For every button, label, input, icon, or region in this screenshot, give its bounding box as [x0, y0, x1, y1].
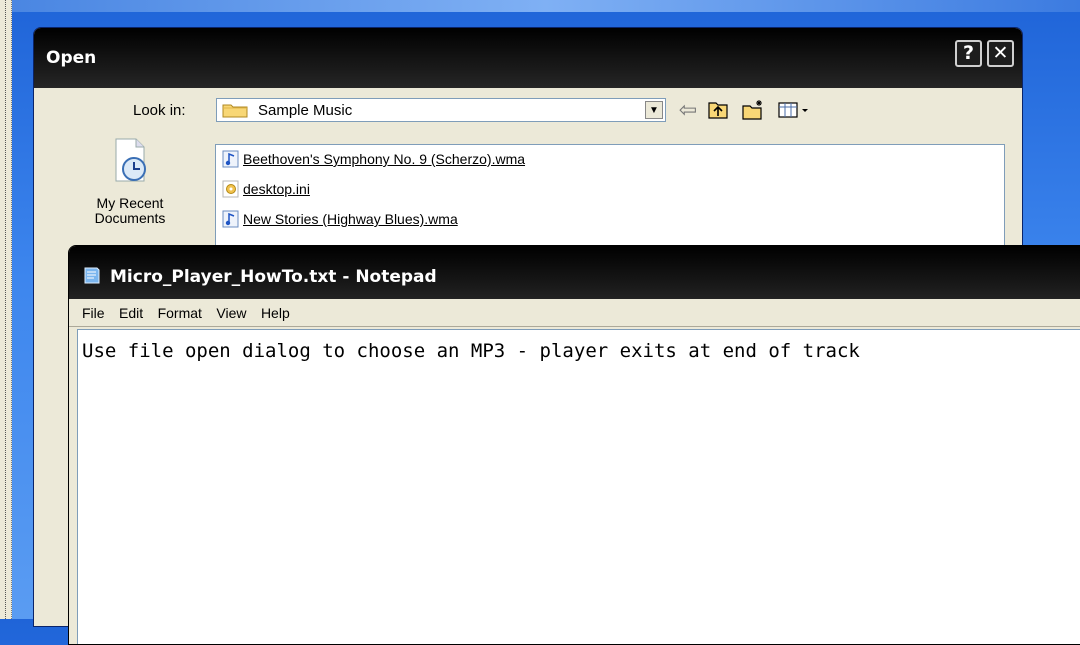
close-button[interactable]: ✕ [987, 40, 1014, 67]
my-recent-documents-label: My Recent Documents [94, 195, 166, 226]
list-item[interactable]: New Stories (Highway Blues).wma [222, 210, 458, 232]
open-dialog-titlebar[interactable]: Open ? ✕ [34, 28, 1022, 88]
music-file-icon [222, 210, 239, 228]
notepad-title: Micro_Player_HowTo.txt - Notepad [110, 267, 437, 287]
dropdown-arrow-icon[interactable]: ▼ [645, 101, 663, 119]
new-folder-icon[interactable] [740, 98, 766, 122]
folder-icon [222, 104, 248, 118]
file-name: Beethoven's Symphony No. 9 (Scherzo).wma [243, 151, 526, 167]
menu-help[interactable]: Help [257, 299, 296, 327]
notepad-menubar: File Edit Format View Help [69, 299, 1080, 327]
menu-format[interactable]: Format [154, 299, 208, 327]
recent-documents-icon [115, 138, 146, 182]
notepad-window: Micro_Player_HowTo.txt - Notepad File Ed… [68, 245, 1080, 645]
places-my-recent-documents[interactable]: My Recent Documents [80, 137, 180, 226]
list-item[interactable]: desktop.ini [222, 180, 310, 202]
file-name: desktop.ini [243, 181, 310, 197]
help-button[interactable]: ? [955, 40, 982, 67]
music-file-icon [222, 150, 239, 168]
notepad-text-area[interactable]: Use file open dialog to choose an MP3 - … [77, 329, 1080, 644]
notepad-content: Use file open dialog to choose an MP3 - … [82, 340, 860, 362]
menu-file[interactable]: File [78, 299, 111, 327]
up-folder-icon[interactable] [705, 98, 731, 122]
look-in-value: Sample Music [258, 102, 353, 119]
back-arrow-icon[interactable]: ⇦ [675, 98, 701, 122]
open-dialog-title: Open [46, 48, 97, 68]
notepad-titlebar[interactable]: Micro_Player_HowTo.txt - Notepad [69, 246, 1080, 299]
desktop-background [12, 0, 1080, 12]
file-name: New Stories (Highway Blues).wma [243, 211, 458, 227]
notepad-icon [84, 267, 100, 284]
views-menu-icon[interactable] [776, 98, 812, 122]
list-item[interactable]: Beethoven's Symphony No. 9 (Scherzo).wma [222, 150, 525, 172]
menu-view[interactable]: View [212, 299, 252, 327]
look-in-combobox[interactable]: Sample Music ▼ [216, 98, 666, 122]
settings-file-icon [222, 180, 239, 198]
look-in-label: Look in: [133, 102, 186, 119]
menu-edit[interactable]: Edit [115, 299, 149, 327]
desktop-left-edge [0, 0, 12, 619]
